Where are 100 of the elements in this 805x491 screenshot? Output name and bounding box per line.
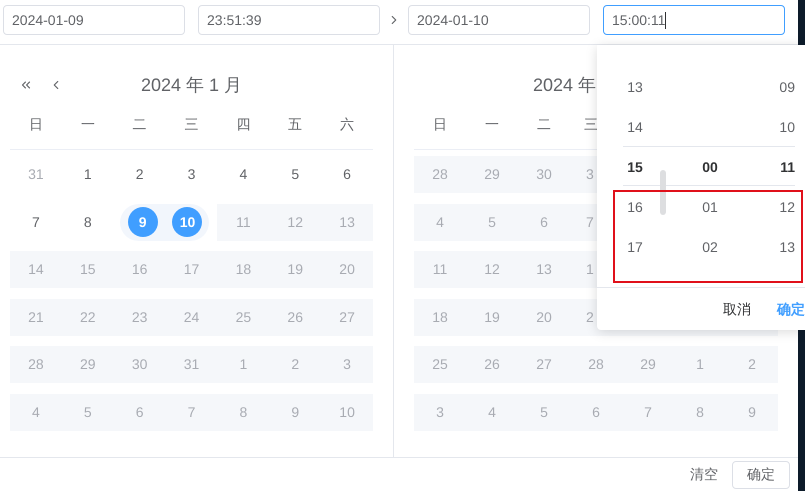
- time-option[interactable]: 01: [702, 187, 718, 227]
- date-cell[interactable]: 2: [269, 346, 322, 383]
- date-cell[interactable]: 2: [114, 156, 166, 193]
- date-cell[interactable]: 27: [321, 298, 373, 336]
- date-cell[interactable]: 5: [62, 394, 114, 430]
- date-cell[interactable]: 4: [488, 402, 496, 422]
- date-cell[interactable]: 28: [588, 354, 604, 375]
- cancel-button[interactable]: 取消: [723, 298, 751, 320]
- date-cell[interactable]: 26: [269, 298, 322, 336]
- date-cell[interactable]: 1: [586, 259, 594, 280]
- date-cell[interactable]: 2: [748, 354, 756, 375]
- date-cell[interactable]: 24: [166, 298, 218, 336]
- date-cell[interactable]: 9: [269, 394, 322, 430]
- clear-button[interactable]: 清空: [680, 460, 728, 488]
- date-cell[interactable]: 31: [166, 346, 218, 383]
- date-cell[interactable]: 13: [536, 259, 552, 280]
- date-cell[interactable]: 6: [321, 156, 373, 193]
- date-cell[interactable]: 8: [62, 204, 114, 240]
- time-option[interactable]: 02: [702, 227, 718, 267]
- date-cell[interactable]: 3: [321, 346, 373, 383]
- time-option[interactable]: 17: [627, 227, 643, 267]
- date-cell[interactable]: 29: [484, 164, 500, 185]
- time-option[interactable]: 11: [780, 147, 795, 187]
- date-cell[interactable]: 23: [114, 298, 166, 336]
- weekday-label: 三: [584, 115, 598, 134]
- date-cell[interactable]: 8: [696, 402, 704, 422]
- date-cell[interactable]: 29: [62, 346, 114, 383]
- date-cell[interactable]: 30: [114, 346, 166, 383]
- date-cell[interactable]: 7: [166, 394, 218, 430]
- date-cell[interactable]: 26: [484, 354, 500, 375]
- selected-date[interactable]: 9: [128, 207, 158, 237]
- date-cell[interactable]: 5: [269, 156, 322, 193]
- date-cell[interactable]: 18: [217, 251, 270, 288]
- weekday-label: 一: [485, 115, 499, 134]
- date-cell[interactable]: 15: [62, 251, 114, 288]
- text-field[interactable]: 23:51:39: [198, 5, 380, 35]
- date-cell[interactable]: 25: [217, 298, 270, 336]
- date-cell[interactable]: 18: [432, 306, 448, 328]
- date-cell[interactable]: 6: [540, 212, 548, 232]
- date-cell[interactable]: 11: [217, 204, 270, 240]
- date-cell[interactable]: 7: [10, 204, 62, 240]
- date-cell[interactable]: 20: [536, 306, 552, 328]
- date-cell[interactable]: 1: [217, 346, 270, 383]
- date-cell[interactable]: 14: [10, 251, 62, 288]
- date-cell[interactable]: 31: [10, 156, 62, 193]
- time-option[interactable]: 09: [779, 67, 795, 107]
- selected-date[interactable]: 10: [172, 207, 202, 237]
- date-cell[interactable]: 12: [484, 259, 500, 280]
- date-cell[interactable]: 30: [536, 164, 552, 185]
- date-cell[interactable]: 8: [217, 394, 270, 430]
- date-cell[interactable]: 13: [321, 204, 373, 240]
- weekday-label: 日: [433, 115, 447, 134]
- scrollbar-thumb[interactable]: [660, 170, 666, 215]
- date-cell[interactable]: 11: [432, 259, 448, 280]
- date-cell[interactable]: 5: [540, 402, 548, 422]
- time-option[interactable]: 10: [779, 107, 795, 147]
- date-cell[interactable]: 19: [484, 306, 500, 328]
- time-option[interactable]: 14: [627, 107, 643, 147]
- date-cell[interactable]: 12: [269, 204, 322, 240]
- time-option[interactable]: 13: [627, 67, 643, 107]
- date-cell[interactable]: 1: [62, 156, 114, 193]
- date-cell[interactable]: 6: [592, 402, 600, 422]
- date-cell[interactable]: 21: [10, 298, 62, 336]
- date-cell[interactable]: 25: [432, 354, 448, 375]
- date-cell[interactable]: 7: [644, 402, 652, 422]
- time-option[interactable]: 15: [627, 147, 643, 187]
- time-option[interactable]: 13: [779, 227, 795, 267]
- date-cell[interactable]: 6: [114, 394, 166, 430]
- time-option[interactable]: 12: [779, 187, 795, 227]
- date-cell[interactable]: 20: [321, 251, 373, 288]
- date-cell[interactable]: 4: [436, 212, 444, 232]
- month-title: 2024 年: [532, 74, 596, 96]
- date-cell[interactable]: 2: [586, 306, 594, 328]
- time-option[interactable]: 16: [627, 187, 643, 227]
- text-field[interactable]: 2024-01-09: [3, 5, 185, 35]
- date-cell[interactable]: 4: [10, 394, 62, 430]
- date-cell[interactable]: 7: [586, 212, 594, 232]
- weekday-label: 四: [236, 115, 250, 134]
- date-cell[interactable]: 22: [62, 298, 114, 336]
- date-cell[interactable]: 19: [269, 251, 322, 288]
- month-title: 2024 年 1 月: [140, 74, 242, 96]
- date-cell[interactable]: 4: [217, 156, 270, 193]
- confirm-button[interactable]: 确定: [732, 460, 790, 488]
- date-cell[interactable]: 9: [748, 402, 756, 422]
- date-cell[interactable]: 10: [321, 394, 373, 430]
- date-cell[interactable]: 29: [640, 354, 656, 375]
- date-cell[interactable]: 3: [436, 402, 444, 422]
- time-option[interactable]: 00: [702, 147, 718, 187]
- date-cell[interactable]: 28: [432, 164, 448, 185]
- text-field[interactable]: 15:00:11: [603, 5, 785, 35]
- date-cell[interactable]: 17: [166, 251, 218, 288]
- date-cell[interactable]: 3: [586, 164, 594, 185]
- text-field[interactable]: 2024-01-10: [408, 5, 590, 35]
- date-cell[interactable]: 1: [696, 354, 704, 375]
- date-cell[interactable]: 28: [10, 346, 62, 383]
- date-cell[interactable]: 16: [114, 251, 166, 288]
- date-cell[interactable]: 5: [488, 212, 496, 232]
- date-cell[interactable]: 27: [536, 354, 552, 375]
- confirm-button[interactable]: 确定: [777, 298, 805, 320]
- date-cell[interactable]: 3: [166, 156, 218, 193]
